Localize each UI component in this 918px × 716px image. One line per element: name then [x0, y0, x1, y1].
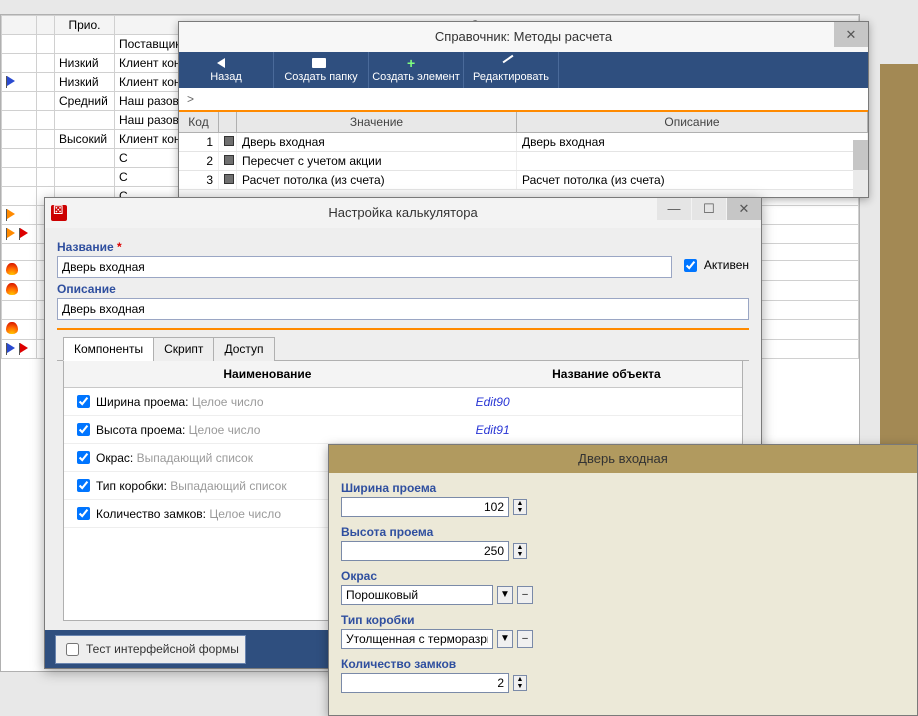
calc-tabs: Компоненты Скрипт Доступ	[57, 336, 749, 361]
reference-toolbar: Назад Создать папку +Создать элемент Ред…	[179, 52, 868, 88]
locks-spinner[interactable]: ▲▼	[513, 675, 527, 691]
spin-down-icon[interactable]: ▼	[514, 683, 526, 690]
minimize-button[interactable]: —	[657, 198, 691, 220]
close-button[interactable]: ✕	[727, 198, 761, 220]
spin-down-icon[interactable]: ▼	[514, 507, 526, 514]
col-object[interactable]: Название объекта	[471, 361, 742, 387]
calc-title: Настройка калькулятора	[45, 198, 761, 228]
reference-row[interactable]: 3Расчет потолка (из счета)Расчет потолка…	[179, 171, 868, 190]
tab-access[interactable]: Доступ	[213, 337, 274, 361]
reference-grid-header: Код Значение Описание	[179, 112, 868, 133]
width-spinner[interactable]: ▲▼	[513, 499, 527, 515]
flag-icon	[19, 343, 31, 353]
col-code[interactable]: Код	[179, 112, 219, 132]
fire-icon	[6, 263, 18, 275]
paint-select[interactable]	[341, 585, 493, 605]
height-spinner[interactable]: ▲▼	[513, 543, 527, 559]
reference-row[interactable]: 1Дверь входнаяДверь входная	[179, 133, 868, 152]
pencil-icon	[503, 54, 514, 63]
component-checkbox[interactable]	[77, 507, 90, 520]
reference-title: Справочник: Методы расчета	[435, 29, 612, 44]
reference-window: Справочник: Методы расчета ✕ Назад Созда…	[178, 21, 869, 198]
paint-label: Окрас	[341, 569, 905, 583]
locks-label: Количество замков	[341, 657, 905, 671]
new-folder-button[interactable]: Создать папку	[274, 52, 369, 88]
height-label: Высота проема	[341, 525, 905, 539]
active-label: Активен	[704, 258, 749, 272]
component-row[interactable]: Высота проема: Целое числоEdit91	[64, 416, 742, 444]
component-checkbox[interactable]	[77, 395, 90, 408]
item-icon	[224, 174, 234, 184]
desc-input[interactable]	[57, 298, 749, 320]
width-input[interactable]	[341, 497, 509, 517]
flag-icon	[6, 343, 18, 353]
reference-titlebar[interactable]: Справочник: Методы расчета ✕	[179, 22, 868, 52]
item-icon	[224, 155, 234, 165]
tab-script[interactable]: Скрипт	[153, 337, 214, 361]
test-form-checkbox[interactable]	[66, 643, 79, 656]
plus-icon: +	[407, 55, 415, 71]
active-checkbox-wrap[interactable]: Активен	[680, 256, 749, 275]
active-checkbox[interactable]	[684, 259, 697, 272]
reference-row[interactable]: 2Пересчет с учетом акции	[179, 152, 868, 171]
width-label: Ширина проема	[341, 481, 905, 495]
locks-input[interactable]	[341, 673, 509, 693]
calc-titlebar[interactable]: Настройка калькулятора — ☐ ✕	[45, 198, 761, 228]
component-checkbox[interactable]	[77, 479, 90, 492]
maximize-button[interactable]: ☐	[692, 198, 726, 220]
grid-header-prio[interactable]: Прио.	[55, 16, 115, 35]
spin-up-icon[interactable]: ▲	[514, 544, 526, 551]
back-button[interactable]: Назад	[179, 52, 274, 88]
flag-icon	[6, 209, 18, 219]
door-dialog: Дверь входная Ширина проема ▲▼ Высота пр…	[328, 444, 918, 716]
component-checkbox[interactable]	[77, 451, 90, 464]
folder-icon	[312, 58, 326, 68]
fire-icon	[6, 283, 18, 295]
vertical-scrollbar[interactable]	[853, 140, 868, 197]
box-label: Тип коробки	[341, 613, 905, 627]
name-input[interactable]	[57, 256, 672, 278]
spin-up-icon[interactable]: ▲	[514, 676, 526, 683]
tab-components[interactable]: Компоненты	[63, 337, 154, 361]
height-input[interactable]	[341, 541, 509, 561]
col-name[interactable]: Наименование	[64, 361, 471, 387]
item-icon	[224, 136, 234, 146]
close-button[interactable]: ✕	[834, 22, 868, 47]
arrow-back-icon	[217, 58, 225, 68]
desc-label: Описание	[57, 282, 749, 296]
box-select[interactable]	[341, 629, 493, 649]
dropdown-button[interactable]: ▼	[497, 586, 513, 604]
spin-down-icon[interactable]: ▼	[514, 551, 526, 558]
test-form-button[interactable]: Тест интерфейсной формы	[55, 635, 246, 664]
clear-button[interactable]: –	[517, 630, 533, 648]
component-row[interactable]: Ширина проема: Целое числоEdit90	[64, 388, 742, 416]
col-value[interactable]: Значение	[237, 112, 517, 132]
flag-icon	[6, 228, 18, 238]
new-item-button[interactable]: +Создать элемент	[369, 52, 464, 88]
col-desc[interactable]: Описание	[517, 112, 868, 132]
component-checkbox[interactable]	[77, 423, 90, 436]
spin-up-icon[interactable]: ▲	[514, 500, 526, 507]
name-label: Название	[57, 240, 114, 254]
edit-button[interactable]: Редактировать	[464, 52, 559, 88]
orange-separator	[57, 328, 749, 330]
flag-icon	[19, 228, 31, 238]
dropdown-button[interactable]: ▼	[497, 630, 513, 648]
door-title[interactable]: Дверь входная	[329, 445, 917, 473]
fire-icon	[6, 322, 18, 334]
clear-button[interactable]: –	[517, 586, 533, 604]
flag-icon	[6, 76, 18, 86]
breadcrumb[interactable]: >	[179, 88, 868, 112]
